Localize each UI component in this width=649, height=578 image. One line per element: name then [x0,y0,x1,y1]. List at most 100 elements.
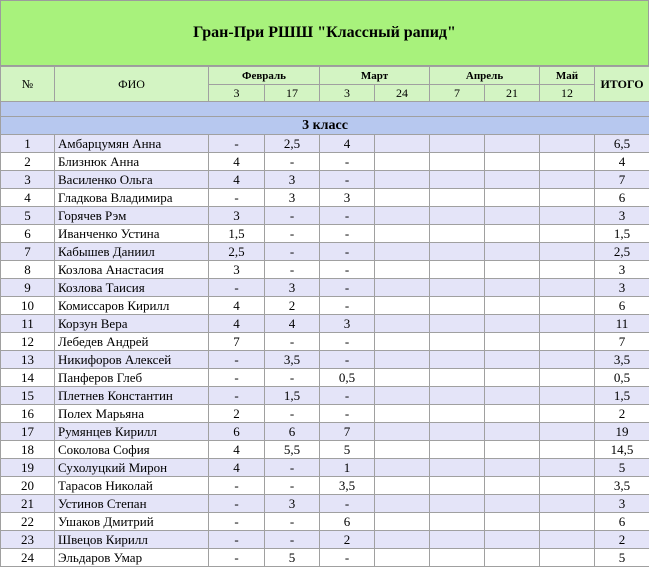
player-name: Эльдаров Умар [54,548,209,567]
score-cell [374,242,431,261]
score-cell [539,242,596,261]
player-name: Сухолуцкий Мирон [54,458,209,477]
score-cell [374,404,431,423]
total-cell: 2 [594,404,649,423]
table-row: 14 Панферов Глеб - -0,5 0,5 [0,368,649,387]
score-cell [484,548,541,567]
score-cell [484,224,541,243]
row-number: 24 [0,548,55,567]
score-cell: - [208,134,265,153]
score-cell: - [263,458,321,477]
score-cell [429,134,486,153]
score-cell [429,422,486,441]
row-number: 2 [0,152,55,171]
table-row: 2 Близнюк Анна 4- -4 [0,152,649,171]
col-header-day: 12 [539,84,596,102]
standings-table: № ФИО Февраль Март Апрель Май ИТОГО 3 17… [0,66,649,567]
score-cell [374,278,431,297]
total-cell: 5 [594,458,649,477]
player-name: Горячев Рэм [54,206,209,225]
score-cell [374,386,431,405]
page-title: Гран-При РШШ "Классный рапид" [0,0,649,66]
table-row: 16 Полех Марьяна 2- -2 [0,404,649,423]
score-cell [374,260,431,279]
score-cell [539,476,596,495]
score-cell [429,350,486,369]
col-header-month: Апрель [429,66,541,85]
row-number: 19 [0,458,55,477]
score-cell: 1,5 [208,224,265,243]
section-spacer [0,101,649,117]
score-cell [484,422,541,441]
score-cell [429,206,486,225]
score-cell: 0,5 [319,368,376,387]
row-number: 12 [0,332,55,351]
score-cell [429,188,486,207]
score-cell [484,242,541,261]
score-cell: 4 [208,296,265,315]
score-cell [429,530,486,549]
score-cell [484,530,541,549]
score-cell: 6 [208,422,265,441]
row-number: 23 [0,530,55,549]
score-cell: - [263,206,321,225]
player-name: Панферов Глеб [54,368,209,387]
total-cell: 6 [594,188,649,207]
total-cell: 5 [594,548,649,567]
score-cell [429,548,486,567]
score-cell: 4 [208,170,265,189]
score-cell: 7 [319,422,376,441]
score-cell [429,224,486,243]
score-cell [539,350,596,369]
score-cell [539,512,596,531]
score-cell [429,314,486,333]
player-name: Комиссаров Кирилл [54,296,209,315]
score-cell: 7 [208,332,265,351]
row-number: 3 [0,170,55,189]
score-cell [484,350,541,369]
score-cell [539,206,596,225]
score-cell: - [208,530,265,549]
player-name: Козлова Анастасия [54,260,209,279]
score-cell [484,188,541,207]
score-cell: 3 [319,188,376,207]
row-number: 11 [0,314,55,333]
score-cell [484,476,541,495]
score-cell [374,314,431,333]
score-cell: - [263,242,321,261]
score-cell [539,278,596,297]
score-cell [539,152,596,171]
score-cell [539,458,596,477]
table-row: 9 Козлова Таисия -3-3 [0,278,649,297]
score-cell [429,260,486,279]
score-cell [539,260,596,279]
score-cell [429,278,486,297]
score-cell [374,206,431,225]
table-row: 21 Устинов Степан -3-3 [0,494,649,513]
table-row: 8 Козлова Анастасия 3- -3 [0,260,649,279]
col-header-month: Май [539,66,596,85]
score-cell: 4 [208,152,265,171]
col-header-total: ИТОГО [594,66,649,102]
col-header-day: 24 [374,84,431,102]
col-header-day: 7 [429,84,486,102]
score-cell: - [208,476,265,495]
score-cell: - [263,476,321,495]
score-cell [484,494,541,513]
score-cell [484,314,541,333]
col-header-num: № [0,66,55,102]
score-cell: - [319,350,376,369]
score-cell [374,332,431,351]
score-cell [484,458,541,477]
score-cell: 3 [263,494,321,513]
row-number: 9 [0,278,55,297]
row-number: 18 [0,440,55,459]
total-cell: 3 [594,260,649,279]
total-cell: 3,5 [594,476,649,495]
score-cell [374,188,431,207]
score-cell: 2,5 [263,134,321,153]
score-cell [484,296,541,315]
score-cell: 5 [319,440,376,459]
score-cell: 4 [263,314,321,333]
score-cell [374,458,431,477]
